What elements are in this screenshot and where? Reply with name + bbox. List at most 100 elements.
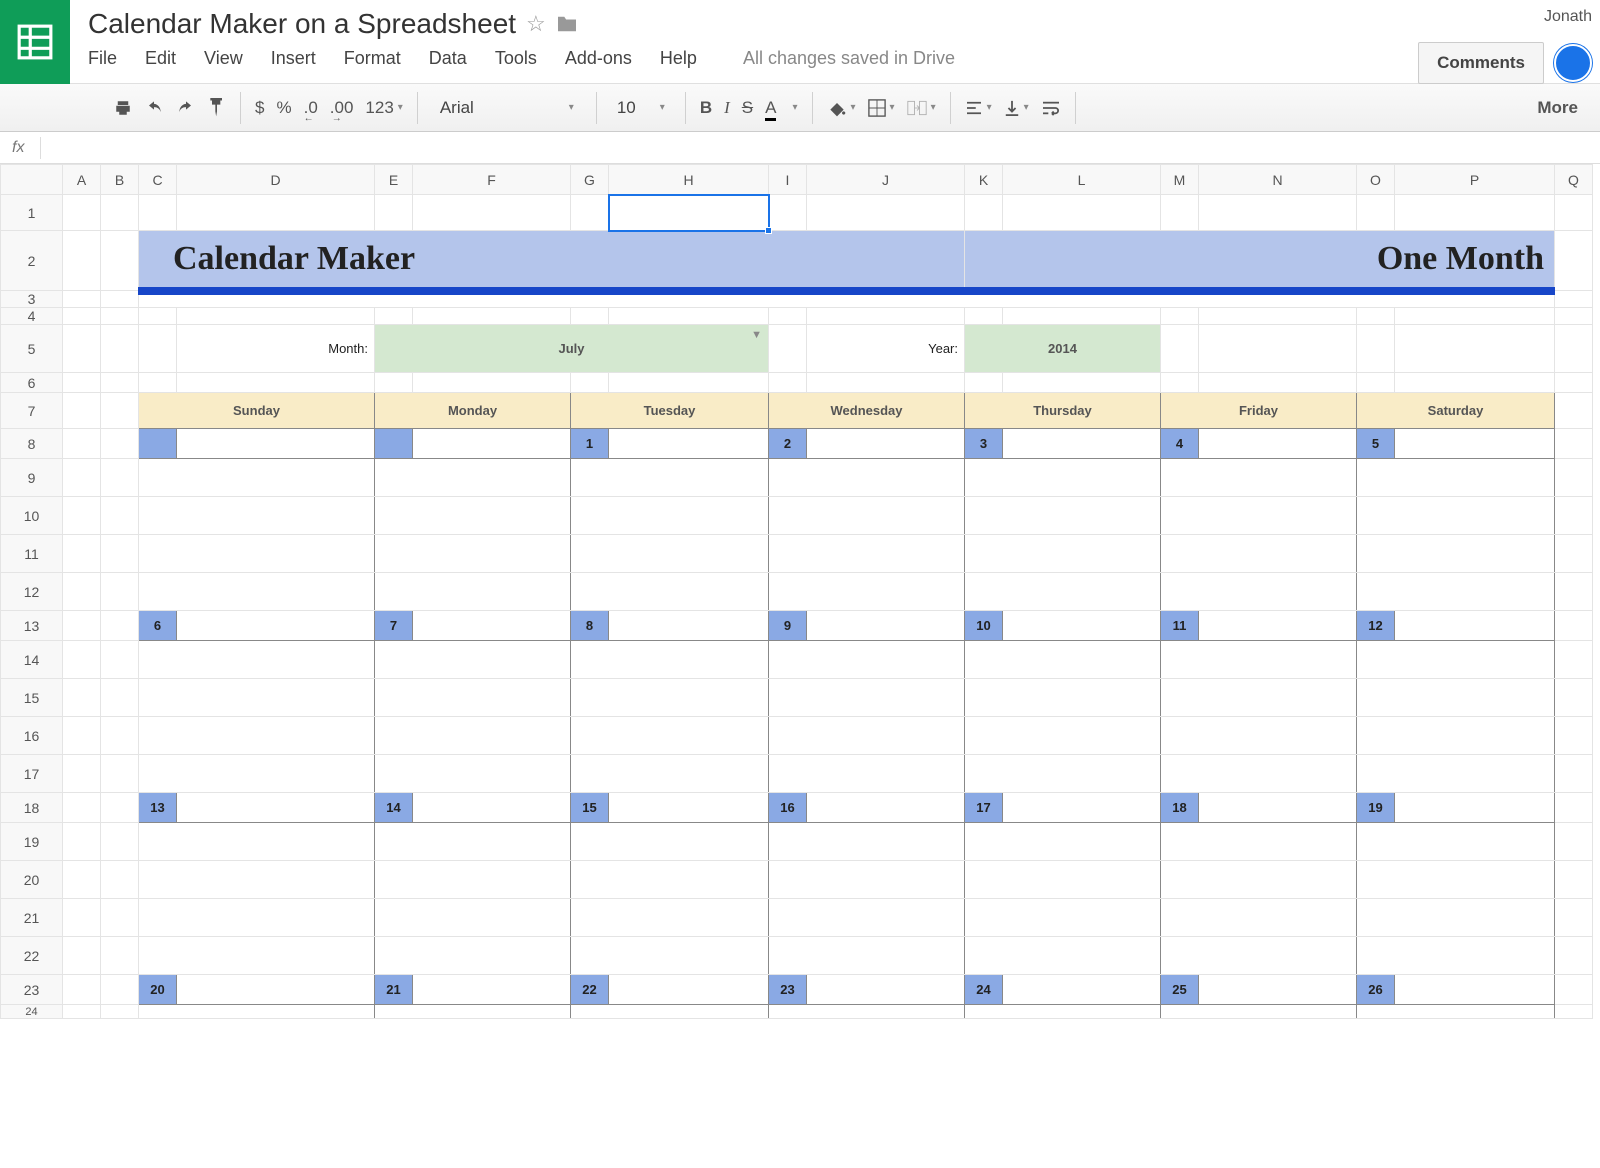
row-18[interactable]: 18 <box>1 793 63 823</box>
cal-cell[interactable] <box>1357 641 1555 679</box>
text-wrap-icon[interactable] <box>1041 100 1061 116</box>
cal-cell[interactable] <box>1003 975 1161 1005</box>
cal-cell[interactable] <box>965 1005 1161 1019</box>
cal-cell[interactable] <box>965 573 1161 611</box>
cal-num[interactable]: 10 <box>965 611 1003 641</box>
cal-cell[interactable] <box>413 793 571 823</box>
col-H[interactable]: H <box>609 165 769 195</box>
cal-cell[interactable] <box>965 497 1161 535</box>
cal-cell[interactable] <box>375 937 571 975</box>
font-size-select[interactable]: 10▾ <box>611 98 671 118</box>
text-color-button[interactable]: A <box>765 98 776 118</box>
menu-addons[interactable]: Add-ons <box>565 48 632 69</box>
cal-num[interactable]: 23 <box>769 975 807 1005</box>
cal-num[interactable]: 20 <box>139 975 177 1005</box>
cal-cell[interactable] <box>1395 975 1555 1005</box>
cal-num[interactable]: 25 <box>1161 975 1199 1005</box>
cal-cell[interactable] <box>1357 861 1555 899</box>
cal-cell[interactable] <box>571 823 769 861</box>
spreadsheet-grid[interactable]: A B C D E F G H I J K L M N O P Q 1 2 Ca… <box>0 164 1600 1019</box>
cal-cell[interactable] <box>413 429 571 459</box>
star-icon[interactable]: ☆ <box>526 11 546 37</box>
year-input[interactable]: 2014 <box>965 325 1161 373</box>
cal-cell[interactable] <box>571 717 769 755</box>
increase-decimal[interactable]: .00→ <box>330 98 354 118</box>
cal-cell[interactable] <box>965 899 1161 937</box>
cal-cell[interactable] <box>769 573 965 611</box>
decrease-decimal[interactable]: .0← <box>304 98 318 118</box>
font-family-select[interactable]: Arial▾ <box>432 98 582 118</box>
folder-icon[interactable] <box>556 15 578 33</box>
row-16[interactable]: 16 <box>1 717 63 755</box>
cal-num[interactable]: 13 <box>139 793 177 823</box>
cal-cell[interactable] <box>375 899 571 937</box>
cal-cell[interactable] <box>1161 573 1357 611</box>
cal-cell[interactable] <box>139 679 375 717</box>
row-10[interactable]: 10 <box>1 497 63 535</box>
cal-cell[interactable] <box>571 899 769 937</box>
row-19[interactable]: 19 <box>1 823 63 861</box>
cal-cell[interactable] <box>965 679 1161 717</box>
cal-cell[interactable] <box>965 717 1161 755</box>
cal-cell[interactable] <box>1357 679 1555 717</box>
cal-cell[interactable] <box>571 573 769 611</box>
cell-H1-selected[interactable] <box>609 195 769 231</box>
menu-data[interactable]: Data <box>429 48 467 69</box>
row-23[interactable]: 23 <box>1 975 63 1005</box>
cal-cell[interactable] <box>1161 861 1357 899</box>
cal-cell[interactable] <box>769 535 965 573</box>
cal-cell[interactable] <box>177 429 375 459</box>
cal-cell[interactable] <box>139 1005 375 1019</box>
row-13[interactable]: 13 <box>1 611 63 641</box>
row-14[interactable]: 14 <box>1 641 63 679</box>
cal-cell[interactable] <box>965 823 1161 861</box>
select-all-corner[interactable] <box>1 165 63 195</box>
cal-cell[interactable] <box>965 861 1161 899</box>
cal-num[interactable]: 21 <box>375 975 413 1005</box>
cal-num[interactable]: 1 <box>571 429 609 459</box>
cal-cell[interactable] <box>1357 535 1555 573</box>
cal-cell[interactable] <box>375 535 571 573</box>
cal-cell[interactable] <box>1357 1005 1555 1019</box>
toolbar-more[interactable]: More <box>1525 98 1590 118</box>
cal-cell[interactable] <box>375 641 571 679</box>
col-J[interactable]: J <box>807 165 965 195</box>
cal-cell[interactable] <box>965 641 1161 679</box>
col-E[interactable]: E <box>375 165 413 195</box>
cal-num[interactable]: 6 <box>139 611 177 641</box>
cal-cell[interactable] <box>375 573 571 611</box>
row-21[interactable]: 21 <box>1 899 63 937</box>
cal-cell[interactable] <box>769 755 965 793</box>
cal-cell[interactable] <box>1003 429 1161 459</box>
cal-cell[interactable] <box>375 679 571 717</box>
cal-num[interactable]: 5 <box>1357 429 1395 459</box>
cal-cell[interactable] <box>413 611 571 641</box>
cal-cell[interactable] <box>1161 755 1357 793</box>
cal-cell[interactable] <box>1199 793 1357 823</box>
row-9[interactable]: 9 <box>1 459 63 497</box>
cal-cell[interactable] <box>1395 429 1555 459</box>
cal-cell[interactable] <box>1161 717 1357 755</box>
col-G[interactable]: G <box>571 165 609 195</box>
col-B[interactable]: B <box>101 165 139 195</box>
cal-num[interactable]: 7 <box>375 611 413 641</box>
cal-cell[interactable] <box>609 611 769 641</box>
cal-cell[interactable] <box>375 459 571 497</box>
col-M[interactable]: M <box>1161 165 1199 195</box>
col-C[interactable]: C <box>139 165 177 195</box>
cal-cell[interactable] <box>965 459 1161 497</box>
cal-cell[interactable] <box>1161 1005 1357 1019</box>
row-24[interactable]: 24 <box>1 1005 63 1019</box>
cal-cell[interactable] <box>807 793 965 823</box>
cal-cell[interactable] <box>769 641 965 679</box>
cal-cell[interactable] <box>1003 793 1161 823</box>
format-percent[interactable]: % <box>276 98 291 118</box>
col-O[interactable]: O <box>1357 165 1395 195</box>
paint-format-icon[interactable] <box>208 98 226 118</box>
row-1[interactable]: 1 <box>1 195 63 231</box>
cal-cell[interactable] <box>609 793 769 823</box>
cal-num[interactable]: 8 <box>571 611 609 641</box>
cal-cell[interactable] <box>1003 611 1161 641</box>
cal-cell[interactable] <box>1395 793 1555 823</box>
row-7[interactable]: 7 <box>1 393 63 429</box>
